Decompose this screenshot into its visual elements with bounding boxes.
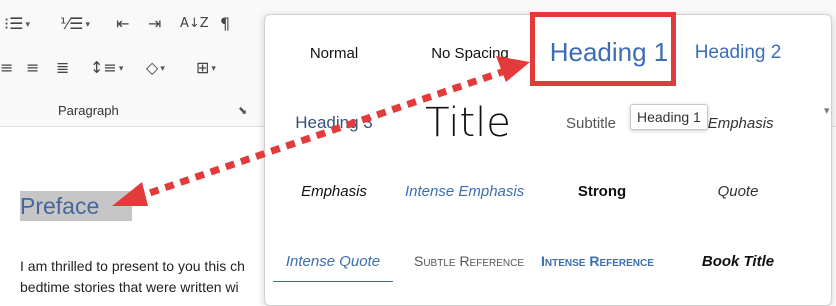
align-right-icon: ≡ <box>26 58 40 77</box>
style-intense-emphasis[interactable]: Intense Emphasis <box>405 171 527 211</box>
align-left-icon: ≡ <box>0 58 14 77</box>
pilcrow-icon: ¶ <box>220 14 231 33</box>
borders-icon: ⊞ <box>196 58 210 77</box>
style-quote[interactable]: Quote <box>673 171 803 211</box>
line-spacing-button[interactable]: ↕≡ ▾ <box>90 58 123 79</box>
paragraph-dialog-launcher-icon[interactable]: ⬊ <box>238 104 247 117</box>
style-book-title[interactable]: Book Title <box>673 241 803 281</box>
increase-indent-button[interactable]: ⇥ <box>148 14 161 34</box>
numbering-button[interactable]: ⅟☰ ▾ <box>60 14 90 35</box>
style-heading-1[interactable]: Heading 1 <box>535 27 683 77</box>
style-no-spacing[interactable]: No Spacing <box>405 33 535 73</box>
style-title[interactable]: Title <box>403 93 533 153</box>
align-left-button[interactable]: ≡ <box>0 58 13 78</box>
style-emphasis[interactable]: Emphasis <box>269 171 399 211</box>
decrease-indent-icon: ⇤ <box>116 14 130 33</box>
numbering-icon: ⅟☰ <box>60 14 84 33</box>
style-heading-3[interactable]: Heading 3 <box>269 103 399 143</box>
style-intense-reference[interactable]: Intense Reference <box>541 241 663 281</box>
style-heading-2[interactable]: Heading 2 <box>673 33 803 73</box>
document-body-text[interactable]: I am thrilled to present to you this ch … <box>20 256 280 298</box>
show-formatting-button[interactable]: ¶ <box>220 14 230 34</box>
heading-1-tooltip: Heading 1 <box>630 104 708 130</box>
align-right-button[interactable]: ≡ <box>26 58 39 78</box>
bullets-button[interactable]: ⁝☰ ▾ <box>4 14 30 35</box>
style-normal[interactable]: Normal <box>269 33 399 73</box>
styles-gallery: Normal No Spacing Heading 1 Heading 2 He… <box>264 14 832 306</box>
shading-icon: ◇ <box>146 58 159 77</box>
body-line-1: I am thrilled to present to you this ch <box>20 258 245 274</box>
style-strong[interactable]: Strong <box>537 171 667 211</box>
sort-icon: A↓Z <box>180 16 209 31</box>
justify-icon: ≣ <box>56 58 70 77</box>
increase-indent-icon: ⇥ <box>148 14 162 33</box>
sort-button[interactable]: A↓Z <box>180 14 209 34</box>
gallery-expand-icon[interactable]: ▾ <box>824 104 830 117</box>
paragraph-group-label: Paragraph <box>58 103 119 118</box>
style-subtle-reference[interactable]: Subtle Reference <box>405 241 533 281</box>
bullets-icon: ⁝☰ <box>4 14 24 33</box>
line-spacing-icon: ↕≡ <box>90 58 117 77</box>
justify-button[interactable]: ≣ <box>56 58 69 78</box>
style-intense-quote[interactable]: Intense Quote <box>273 241 393 282</box>
preface-heading[interactable]: Preface <box>20 191 132 221</box>
decrease-indent-button[interactable]: ⇤ <box>116 14 129 34</box>
shading-button[interactable]: ◇ ▾ <box>146 58 165 79</box>
borders-button[interactable]: ⊞ ▾ <box>196 58 216 79</box>
body-line-2: bedtime stories that were written wi <box>20 279 239 295</box>
